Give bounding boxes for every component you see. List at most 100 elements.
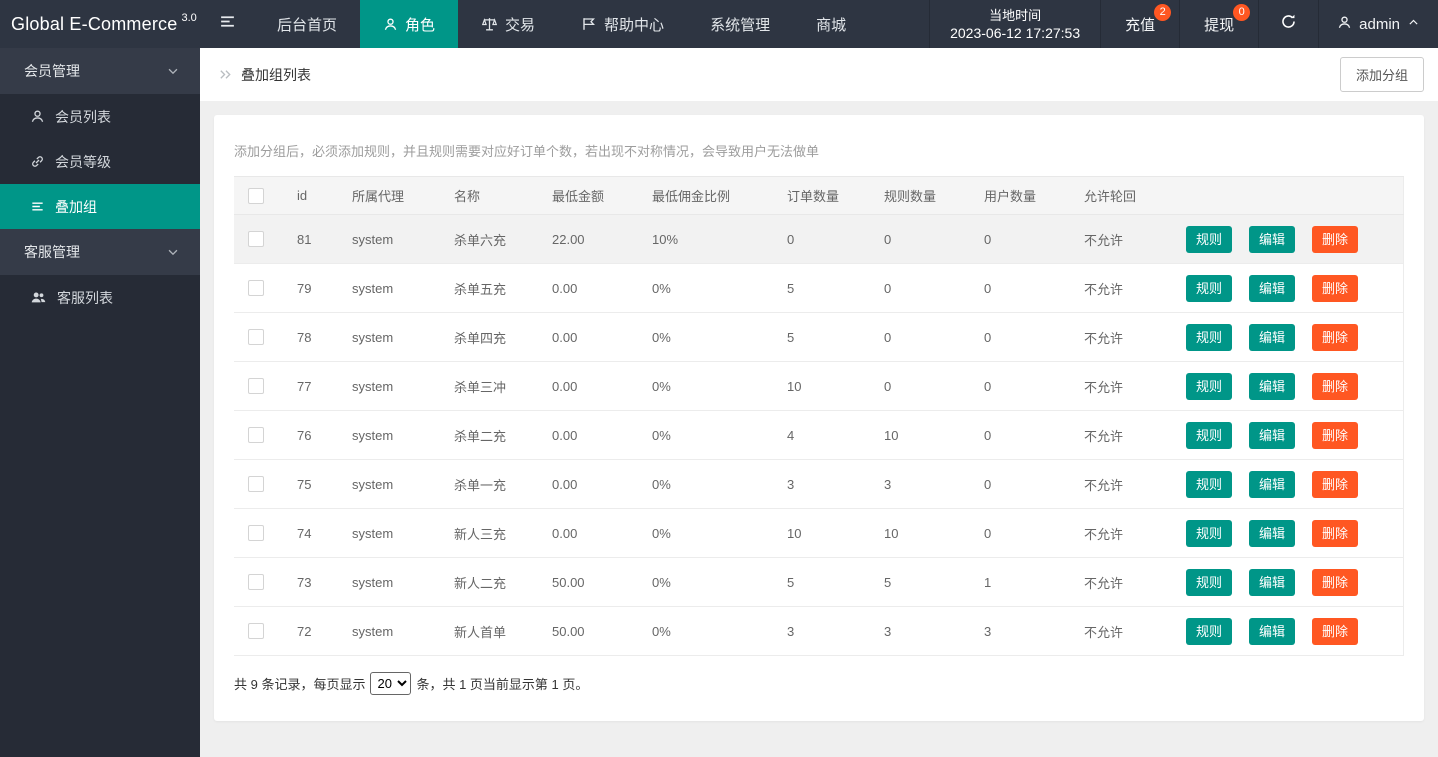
nav-item-6[interactable]: 商城 — [793, 0, 869, 48]
delete-button[interactable]: 删除 — [1312, 422, 1358, 449]
rule-button[interactable]: 规则 — [1186, 422, 1232, 449]
row-actions: 规则编辑删除 — [1171, 460, 1404, 509]
delete-button[interactable]: 删除 — [1312, 618, 1358, 645]
column-header: 名称 — [439, 177, 537, 215]
sidebar-toggle-button[interactable] — [200, 0, 254, 48]
cell-loop: 不允许 — [1069, 313, 1171, 362]
withdraw-tab[interactable]: 提现 0 — [1180, 0, 1259, 48]
admin-menu[interactable]: admin — [1319, 0, 1438, 48]
users-icon — [30, 289, 47, 306]
delete-button[interactable]: 删除 — [1312, 226, 1358, 253]
row-checkbox[interactable] — [248, 329, 264, 345]
delete-button[interactable]: 删除 — [1312, 471, 1358, 498]
cell-min_commission: 0% — [637, 558, 772, 607]
content-area: 添加分组后，必须添加规则，并且规则需要对应好订单个数，若出现不对称情况，会导致用… — [200, 101, 1438, 757]
row-checkbox-cell — [234, 460, 282, 509]
nav-item-1[interactable]: 后台首页 — [254, 0, 360, 48]
rule-button[interactable]: 规则 — [1186, 373, 1232, 400]
cell-min_amount: 22.00 — [537, 215, 637, 264]
refresh-icon — [1280, 13, 1297, 35]
cell-orders: 4 — [772, 411, 869, 460]
sidebar-item-label: 会员列表 — [55, 107, 111, 127]
delete-button[interactable]: 删除 — [1312, 275, 1358, 302]
cell-min_commission: 0% — [637, 460, 772, 509]
nav-item-3[interactable]: 交易 — [458, 0, 558, 48]
delete-button[interactable]: 删除 — [1312, 324, 1358, 351]
recharge-tab[interactable]: 充值 2 — [1101, 0, 1180, 48]
nav-item-5[interactable]: 系统管理 — [687, 0, 793, 48]
cell-rules: 0 — [869, 264, 969, 313]
row-checkbox[interactable] — [248, 280, 264, 296]
row-actions: 规则编辑删除 — [1171, 411, 1404, 460]
rule-button[interactable]: 规则 — [1186, 275, 1232, 302]
delete-button[interactable]: 删除 — [1312, 520, 1358, 547]
refresh-button[interactable] — [1259, 0, 1319, 48]
rule-button[interactable]: 规则 — [1186, 324, 1232, 351]
rule-button[interactable]: 规则 — [1186, 471, 1232, 498]
edit-button[interactable]: 编辑 — [1249, 226, 1295, 253]
app-logo-version: 3.0 — [181, 12, 196, 24]
row-checkbox[interactable] — [248, 574, 264, 590]
rule-button[interactable]: 规则 — [1186, 618, 1232, 645]
delete-button[interactable]: 删除 — [1312, 569, 1358, 596]
add-group-button[interactable]: 添加分组 — [1340, 57, 1424, 92]
cell-min_commission: 0% — [637, 509, 772, 558]
menu-toggle-icon — [219, 13, 236, 35]
row-checkbox[interactable] — [248, 525, 264, 541]
row-checkbox-cell — [234, 313, 282, 362]
table-header-row: id所属代理名称最低金额最低佣金比例订单数量规则数量用户数量允许轮回 — [234, 177, 1404, 215]
cell-users: 0 — [969, 411, 1069, 460]
sidebar-item-会员等级[interactable]: 会员等级 — [0, 139, 200, 184]
cell-id: 77 — [282, 362, 337, 411]
nav-item-2[interactable]: 角色 — [360, 0, 458, 48]
table-row: 73system新人二充50.000%551不允许规则编辑删除 — [234, 558, 1404, 607]
table-row: 76system杀单二充0.000%4100不允许规则编辑删除 — [234, 411, 1404, 460]
cell-users: 3 — [969, 607, 1069, 656]
row-checkbox[interactable] — [248, 476, 264, 492]
cell-min_commission: 0% — [637, 264, 772, 313]
sidebar-group-1[interactable]: 会员管理 — [0, 48, 200, 94]
rule-button[interactable]: 规则 — [1186, 226, 1232, 253]
edit-button[interactable]: 编辑 — [1249, 324, 1295, 351]
row-checkbox[interactable] — [248, 623, 264, 639]
edit-button[interactable]: 编辑 — [1249, 569, 1295, 596]
cell-min_amount: 50.00 — [537, 607, 637, 656]
row-checkbox[interactable] — [248, 231, 264, 247]
sidebar-item-会员列表[interactable]: 会员列表 — [0, 94, 200, 139]
select-all-checkbox[interactable] — [248, 188, 264, 204]
chevron-up-icon — [1407, 16, 1420, 33]
cell-users: 0 — [969, 313, 1069, 362]
cell-agent: system — [337, 264, 439, 313]
cell-rules: 10 — [869, 411, 969, 460]
cell-min_commission: 0% — [637, 362, 772, 411]
column-header: 订单数量 — [772, 177, 869, 215]
sidebar-group-2[interactable]: 客服管理 — [0, 229, 200, 275]
edit-button[interactable]: 编辑 — [1249, 471, 1295, 498]
local-time-value: 2023-06-12 17:27:53 — [950, 24, 1080, 42]
cell-loop: 不允许 — [1069, 509, 1171, 558]
cell-agent: system — [337, 313, 439, 362]
column-header: 最低佣金比例 — [637, 177, 772, 215]
row-checkbox[interactable] — [248, 427, 264, 443]
sidebar-item-叠加组[interactable]: 叠加组 — [0, 184, 200, 229]
edit-button[interactable]: 编辑 — [1249, 618, 1295, 645]
row-checkbox-cell — [234, 264, 282, 313]
edit-button[interactable]: 编辑 — [1249, 373, 1295, 400]
user-icon — [1337, 15, 1352, 34]
rule-button[interactable]: 规则 — [1186, 569, 1232, 596]
edit-button[interactable]: 编辑 — [1249, 275, 1295, 302]
group-table: id所属代理名称最低金额最低佣金比例订单数量规则数量用户数量允许轮回 81sys… — [234, 176, 1404, 656]
per-page-select[interactable]: 20 — [370, 672, 411, 695]
cell-orders: 0 — [772, 215, 869, 264]
topbar: Global E-Commerce 3.0 后台首页角色交易帮助中心系统管理商城… — [0, 0, 1438, 48]
delete-button[interactable]: 删除 — [1312, 373, 1358, 400]
cell-orders: 5 — [772, 264, 869, 313]
app-logo: Global E-Commerce 3.0 — [0, 0, 200, 48]
column-header: 允许轮回 — [1069, 177, 1171, 215]
rule-button[interactable]: 规则 — [1186, 520, 1232, 547]
row-checkbox[interactable] — [248, 378, 264, 394]
edit-button[interactable]: 编辑 — [1249, 422, 1295, 449]
edit-button[interactable]: 编辑 — [1249, 520, 1295, 547]
nav-item-4[interactable]: 帮助中心 — [558, 0, 687, 48]
sidebar-item-客服列表[interactable]: 客服列表 — [0, 275, 200, 320]
